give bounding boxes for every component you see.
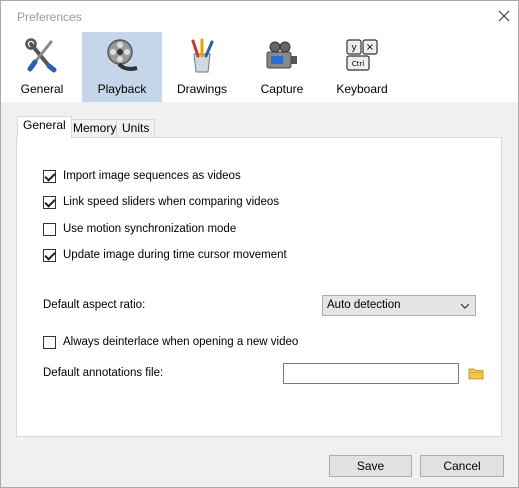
link-speed-option[interactable]: Link speed sliders when comparing videos <box>43 194 279 210</box>
toolbar-keyboard-button[interactable]: y × Ctrl Keyboard <box>322 32 402 102</box>
link-speed-checkbox[interactable] <box>43 195 56 209</box>
svg-text:y: y <box>351 43 357 53</box>
motion-sync-label: Use motion synchronization mode <box>63 223 237 235</box>
toolbar-general-label: General <box>20 82 64 96</box>
deinterlace-checkbox[interactable] <box>43 335 56 349</box>
svg-text:Ctrl: Ctrl <box>352 60 365 68</box>
import-sequences-option[interactable]: Import image sequences as videos <box>43 168 241 184</box>
film-reel-icon <box>107 39 138 71</box>
toolbar-capture-button[interactable]: Capture <box>242 32 322 102</box>
update-image-option[interactable]: Update image during time cursor movement <box>43 247 287 263</box>
aspect-ratio-value: Auto detection <box>327 299 401 311</box>
preferences-panel: General Memory Units Import image sequen… <box>1 102 518 487</box>
window-title: Preferences <box>17 10 82 24</box>
toolbar-capture-label: Capture <box>260 82 304 96</box>
aspect-ratio-label: Default aspect ratio: <box>43 299 146 311</box>
update-image-checkbox[interactable] <box>43 248 56 262</box>
toolbar-playback-label: Playback <box>97 82 147 96</box>
tab-general[interactable]: General <box>17 116 72 138</box>
tab-units[interactable]: Units <box>116 119 156 138</box>
toolbar-drawings-label: Drawings <box>176 82 227 96</box>
tools-icon <box>25 38 57 73</box>
folder-icon[interactable] <box>468 367 484 380</box>
close-icon[interactable] <box>495 7 513 25</box>
brushes-icon <box>191 38 214 73</box>
toolbar-drawings-button[interactable]: Drawings <box>162 32 242 102</box>
toolbar-playback-button[interactable]: Playback <box>82 32 162 102</box>
category-toolbar: General Playback Drawings Capture y × Ct… <box>1 32 518 102</box>
save-button[interactable]: Save <box>329 455 412 477</box>
general-tab-page: Import image sequences as videos Link sp… <box>16 137 502 437</box>
motion-sync-option[interactable]: Use motion synchronization mode <box>43 221 236 237</box>
annotations-file-label: Default annotations file: <box>43 367 164 379</box>
motion-sync-checkbox[interactable] <box>43 222 56 236</box>
aspect-ratio-select[interactable]: Auto detection <box>322 295 476 316</box>
title-bar: Preferences <box>1 1 518 32</box>
keyboard-icon: y × Ctrl <box>346 39 378 71</box>
preferences-dialog: Preferences General Playback Drawings Ca… <box>0 0 519 488</box>
deinterlace-label: Always deinterlace when opening a new vi… <box>63 336 299 348</box>
toolbar-general-button[interactable]: General <box>2 32 82 102</box>
cancel-button[interactable]: Cancel <box>420 455 504 477</box>
toolbar-keyboard-label: Keyboard <box>336 82 388 96</box>
deinterlace-option[interactable]: Always deinterlace when opening a new vi… <box>43 334 298 350</box>
import-sequences-label: Import image sequences as videos <box>63 170 241 182</box>
import-sequences-checkbox[interactable] <box>43 169 56 183</box>
tab-memory[interactable]: Memory <box>67 119 123 138</box>
annotations-file-input[interactable] <box>283 363 459 384</box>
link-speed-label: Link speed sliders when comparing videos <box>63 196 280 208</box>
chevron-down-icon <box>461 303 469 309</box>
svg-text:×: × <box>366 42 374 53</box>
camera-icon <box>266 41 297 69</box>
update-image-label: Update image during time cursor movement <box>63 249 287 261</box>
